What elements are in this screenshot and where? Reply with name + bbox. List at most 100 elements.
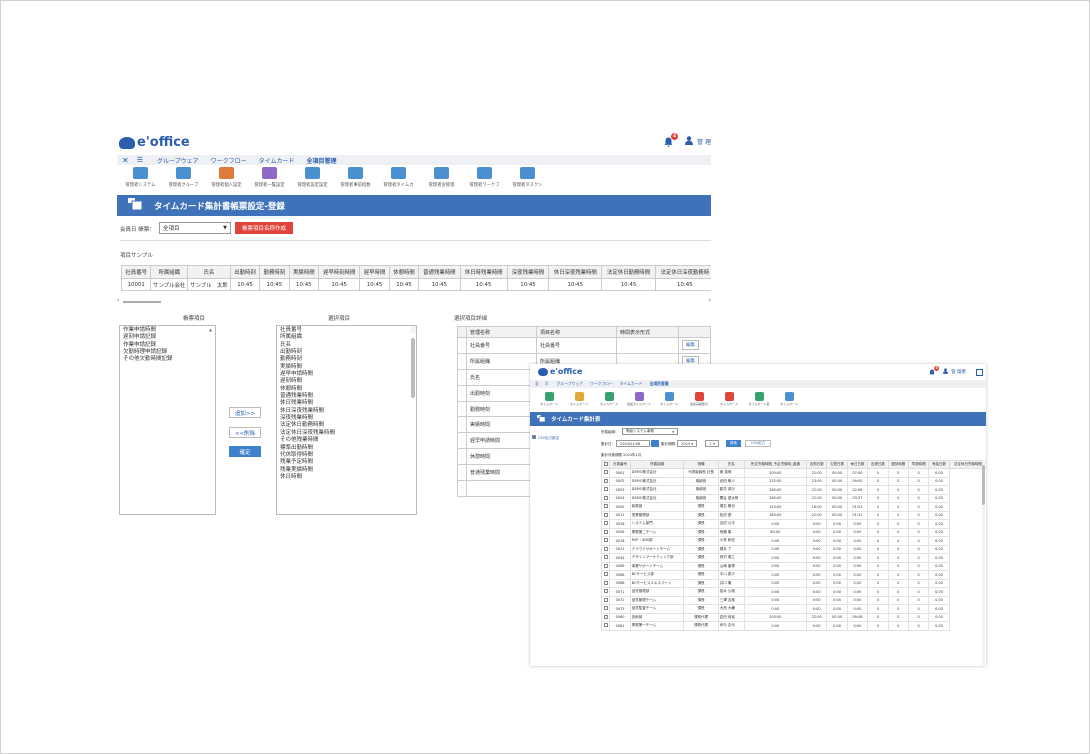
list-item[interactable]: 実績時間: [277, 364, 416, 371]
csv-setting-link[interactable]: CSV出力設定: [532, 435, 559, 441]
drag-handle-icon[interactable]: ⋮: [457, 384, 467, 402]
vertical-scrollbar[interactable]: [410, 326, 416, 398]
table-row[interactable]: 0081 業務第一チーム 課長代理 伊与 友代 0:00 0:00 0:00 0:00 0 0 0 0…: [600, 621, 987, 631]
bell-icon[interactable]: 4: [664, 132, 679, 147]
confirm-button[interactable]: 確定: [229, 446, 261, 457]
list-item[interactable]: 勤務時刻: [277, 356, 416, 363]
report-select[interactable]: 全項目 ▼: [159, 222, 231, 234]
row-checkbox[interactable]: [600, 536, 611, 546]
user-area[interactable]: 4 管 理: [664, 132, 711, 147]
list-item[interactable]: 遅刻申請記録: [120, 334, 215, 341]
toolbar-item-7[interactable]: タイムカード集: [744, 392, 774, 410]
row-checkbox[interactable]: [600, 468, 611, 478]
drag-handle-icon[interactable]: ⋮: [457, 352, 467, 370]
close-icon[interactable]: ✕: [122, 156, 129, 165]
drag-handle-icon[interactable]: ⋮: [457, 368, 467, 386]
scroll-right-icon[interactable]: ›: [709, 297, 711, 304]
bell-icon[interactable]: 4: [929, 365, 940, 376]
drag-handle-icon[interactable]: ⋮: [457, 480, 467, 497]
toolbar-item-1[interactable]: タイムカード: [564, 392, 594, 410]
menu-workflow[interactable]: ワークフロー: [211, 156, 247, 165]
drag-handle-icon[interactable]: ⋮: [457, 432, 467, 450]
row-checkbox[interactable]: [600, 553, 611, 563]
row-checkbox[interactable]: [600, 604, 611, 614]
list-item[interactable]: 残業予定時間: [277, 459, 416, 466]
edit-button[interactable]: 編集: [682, 340, 699, 351]
row-checkbox[interactable]: [600, 544, 611, 554]
drag-handle-icon[interactable]: ⋮: [457, 464, 467, 482]
app-logo[interactable]: e'office: [538, 367, 582, 376]
toolbar-item-6[interactable]: タイムカード: [714, 392, 744, 410]
row-checkbox[interactable]: [600, 476, 611, 486]
row-checkbox[interactable]: [600, 493, 611, 503]
toolbar-item-2[interactable]: タイムカード: [594, 392, 624, 410]
menu-timecard[interactable]: タイムカード: [620, 381, 643, 387]
table-row[interactable]: 0072 品質管理チーム 課長 三澤 友哉 0:00 0:00 0:00 0:00 0 0 0 0.0…: [600, 595, 987, 605]
table-row[interactable]: 0044 デザインマーケティング部 課長 西村 雅之 0:00 0:00 0:00 0:00 0…: [600, 553, 987, 563]
row-checkbox[interactable]: [600, 595, 611, 605]
table-row[interactable]: 0073 品質監査チーム 課長 大西 大輔 0:00 0:00 0:00 0:00 0 0 0 0.0…: [600, 604, 987, 614]
row-checkbox[interactable]: [600, 612, 611, 622]
menu-workflow[interactable]: ワークフロー: [590, 381, 613, 387]
row-checkbox[interactable]: [600, 485, 611, 495]
menu-admin[interactable]: 全項目管理: [649, 381, 668, 387]
toolbar-item-8[interactable]: 管理者ワークフ: [463, 167, 506, 194]
scroll-thumb[interactable]: [123, 301, 161, 303]
toolbar-item-2[interactable]: 管理者個人設定: [205, 167, 248, 194]
menu-groupware[interactable]: グループウェア: [557, 381, 583, 387]
table-row[interactable]: 0080 技術部 課長代理 岩田 貴裕 200:00 22:00 00:00 09:08 0 0 0…: [600, 612, 987, 622]
list-item[interactable]: 標準出勤時間: [277, 445, 416, 452]
calendar-icon[interactable]: [651, 440, 659, 447]
grid-menu-icon[interactable]: ☰: [137, 156, 143, 164]
list-item[interactable]: その他残業時間: [277, 437, 416, 444]
table-row[interactable]: 0005 総務部 課長 堀石 勝也 120:00 16:00 00:00 01:03 0 0 0 0.…: [600, 502, 987, 512]
date-input[interactable]: 2024/01/06: [616, 440, 650, 447]
grid-menu-icon[interactable]: ポ: [545, 381, 549, 387]
row-checkbox[interactable]: [600, 587, 611, 597]
menu-groupware[interactable]: グループウェア: [157, 156, 199, 165]
toolbar-item-3[interactable]: 追加タイムカード: [624, 392, 654, 410]
table-row[interactable]: 0069 事業サポートチーム 課長 山崎 康博 0:00 0:00 0:00 0:00 0 0 0 0…: [600, 561, 987, 571]
scroll-left-icon[interactable]: ‹: [117, 297, 119, 304]
table-row[interactable]: 0001 DEMO株式会社 代表取締役 社長東 英明 200:00 22:00 00:00…: [600, 468, 987, 478]
list-item[interactable]: 休憩時間: [277, 386, 416, 393]
drag-handle-icon[interactable]: ⋮: [457, 448, 467, 466]
toolbar-item-9[interactable]: 管理者タスクシ: [506, 167, 549, 194]
close-icon[interactable]: 全: [535, 381, 539, 387]
row-checkbox[interactable]: [600, 578, 611, 588]
table-row[interactable]: 0018 RSP・SNS部 課長 小林 和宏 0:00 0:00 0:00 0:00 0 0 0 0.…: [600, 536, 987, 546]
table-row[interactable]: 0002 DEMO株式会社 取締役 武田 敬人 232:00 23:00 00:00 09:0…: [600, 476, 987, 486]
row-checkbox[interactable]: [600, 502, 611, 512]
list-item[interactable]: 残業実績時間: [277, 467, 416, 474]
list-item[interactable]: 遅刻時間: [277, 378, 416, 385]
toolbar-item-5[interactable]: 追加実績集計: [684, 392, 714, 410]
app-logo[interactable]: e'office: [119, 135, 190, 150]
list-item[interactable]: 作業申請記録: [120, 342, 215, 349]
toolbar-item-3[interactable]: 管理者一覧設定: [248, 167, 291, 194]
table-row[interactable]: 0016 システム部門 課長 吉田 公平 0:00 0:00 0:00 0:00 0 0 0 0.00: [600, 519, 987, 529]
table-row[interactable]: 0004 DEMO株式会社 取締役 関谷 優太郎 260:00 22:00 00:00 03:…: [600, 493, 987, 503]
table-row[interactable]: ⋮ 社員番号 社員番号 編集: [457, 337, 711, 354]
menu-admin[interactable]: 全項目管理: [307, 156, 337, 165]
report-items-list[interactable]: ▲ 作業申請時間 遅刻申請記録 作業申請記録 欠勤時理申請記録 その他欠勤時間記録: [119, 325, 216, 515]
toolbar-item-6[interactable]: 管理者タイムカ: [377, 167, 420, 194]
toolbar-item-7[interactable]: 管理者会管理: [420, 167, 463, 194]
table-row[interactable]: 0068 BCサービスエキスパート 課長 井口 篤 0:00 0:00 0:00 0:00 0 0…: [600, 578, 987, 588]
create-name-button[interactable]: 帳票項目名称作成: [235, 222, 293, 234]
drag-handle-icon[interactable]: ⋮: [457, 337, 467, 354]
year-select[interactable]: 2024 ▾: [677, 440, 697, 447]
table-row[interactable]: 0026 業務第二チーム 課長 長瀬 篤 80:00 0:00 0:00 0:00 0 0 0 0.0…: [600, 527, 987, 537]
drag-handle-icon[interactable]: ⋮: [457, 400, 467, 418]
list-item[interactable]: 休日時間: [277, 474, 416, 481]
org-select[interactable]: 等級システム事務 ▾: [622, 428, 678, 435]
list-item[interactable]: 休日残業時間: [277, 400, 416, 407]
table-cell[interactable]: 社員番号: [536, 337, 617, 354]
row-checkbox[interactable]: [600, 519, 611, 529]
row-checkbox[interactable]: [600, 510, 611, 520]
toolbar-item-4[interactable]: タイムカード: [654, 392, 684, 410]
export-button[interactable]: CSV出力: [745, 440, 771, 447]
row-checkbox[interactable]: [600, 527, 611, 537]
toolbar-item-4[interactable]: 管理者設定設定: [291, 167, 334, 194]
drag-handle-icon[interactable]: ⋮: [457, 416, 467, 434]
toolbar-item-8[interactable]: タイムカード: [774, 392, 804, 410]
